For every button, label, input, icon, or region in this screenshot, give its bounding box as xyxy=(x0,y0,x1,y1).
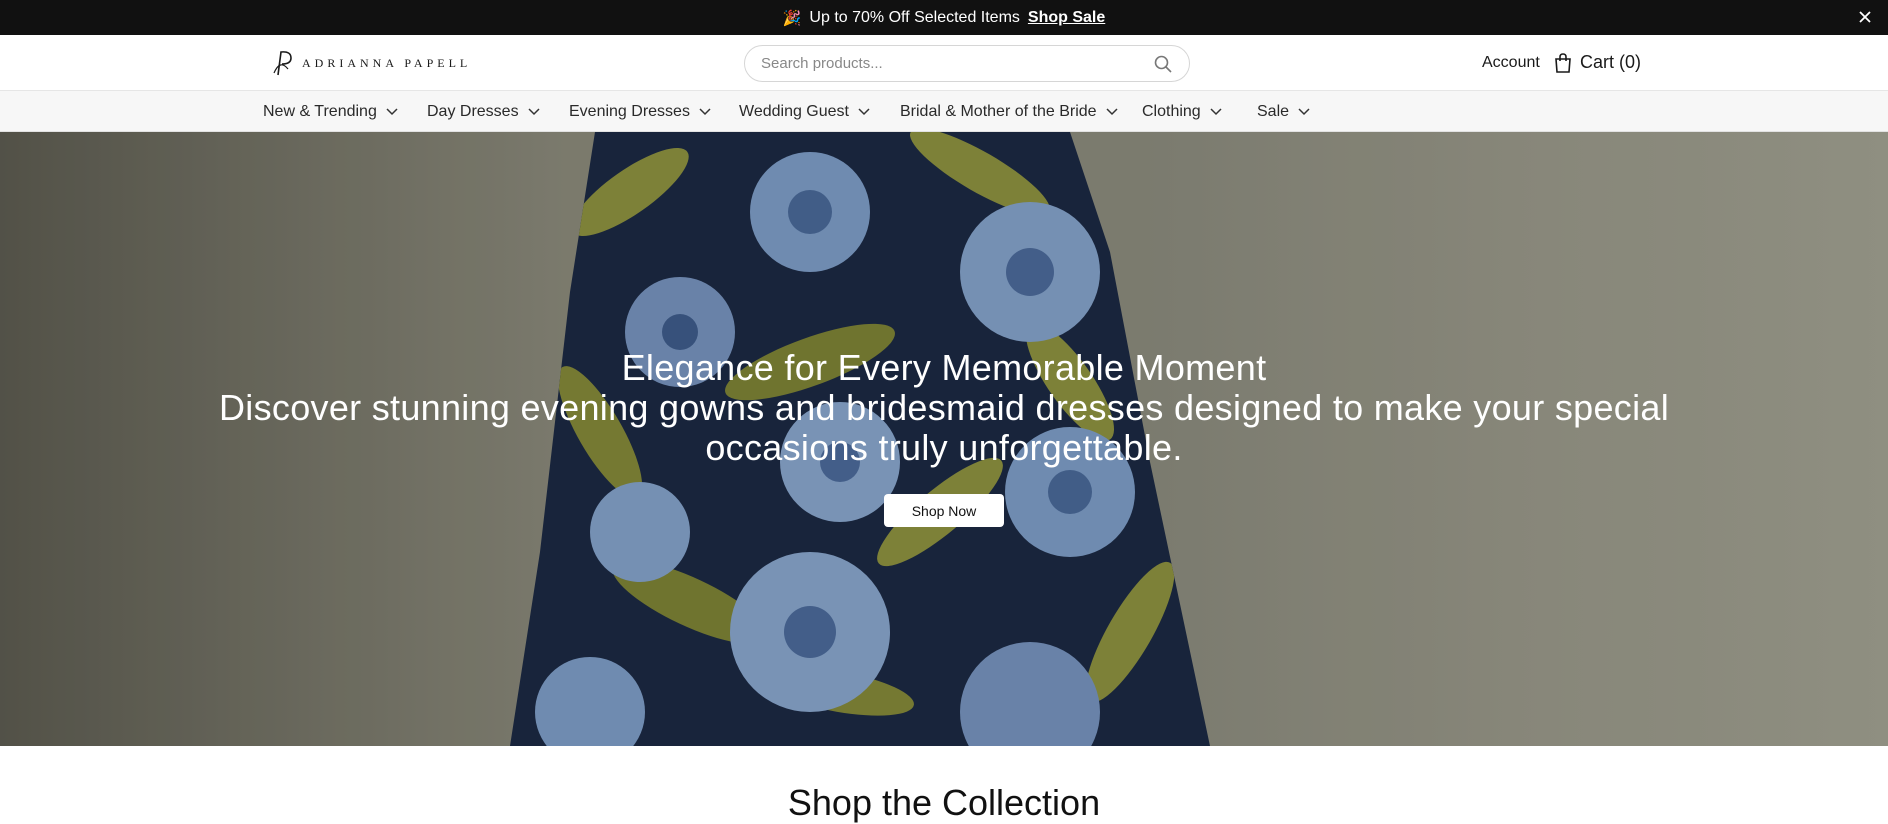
hero-title: Elegance for Every Memorable Moment xyxy=(621,347,1267,388)
nav-item-label: Sale xyxy=(1257,102,1290,120)
chevron-down-icon xyxy=(858,107,870,115)
close-icon[interactable] xyxy=(1856,8,1874,26)
announcement-bar: 🎉 Up to 70% Off Selected Items Shop Sale xyxy=(0,0,1888,35)
brand-logo[interactable]: ADRIANNA PAPELL xyxy=(272,49,471,77)
nav-item-label: New & Trending xyxy=(263,102,377,120)
nav-item-label: Bridal & Mother of the Bride xyxy=(900,102,1097,120)
hero-banner: Elegance for Every Memorable Moment Disc… xyxy=(0,132,1888,746)
nav-item-bridal[interactable]: Bridal & Mother of the Bride xyxy=(900,91,1118,132)
site-header: ADRIANNA PAPELL Account Cart (0) xyxy=(0,35,1888,91)
hero-text-block: Elegance for Every Memorable Moment Disc… xyxy=(0,348,1888,468)
account-link[interactable]: Account xyxy=(1482,54,1540,72)
chevron-down-icon xyxy=(1210,107,1222,115)
nav-item-label: Day Dresses xyxy=(427,102,519,120)
cart-label: Cart (0) xyxy=(1580,52,1642,72)
chevron-down-icon xyxy=(528,107,540,115)
logo-wordmark: ADRIANNA PAPELL xyxy=(302,55,472,70)
nav-item-label: Wedding Guest xyxy=(739,102,849,120)
announcement-text: Up to 70% Off Selected Items xyxy=(809,8,1020,26)
nav-item-label: Clothing xyxy=(1142,102,1201,120)
nav-item-clothing[interactable]: Clothing xyxy=(1142,91,1222,132)
chevron-down-icon xyxy=(699,107,711,115)
nav-item-evening-dresses[interactable]: Evening Dresses xyxy=(569,91,711,132)
main-nav: New & Trending Day Dresses Evening Dress… xyxy=(0,91,1888,132)
shopping-bag-icon xyxy=(1555,52,1571,73)
nav-item-label: Evening Dresses xyxy=(569,102,690,120)
logo-mark-icon xyxy=(273,51,292,76)
search-bar[interactable] xyxy=(744,45,1190,82)
nav-item-new-trending[interactable]: New & Trending xyxy=(263,91,398,132)
chevron-down-icon xyxy=(386,107,398,115)
cart-button[interactable]: Cart (0) xyxy=(1554,52,1641,73)
shop-now-button[interactable]: Shop Now xyxy=(884,494,1004,527)
search-input[interactable] xyxy=(761,55,1153,72)
nav-item-sale[interactable]: Sale xyxy=(1257,91,1310,132)
chevron-down-icon xyxy=(1298,107,1310,115)
chevron-down-icon xyxy=(1106,107,1118,115)
nav-item-day-dresses[interactable]: Day Dresses xyxy=(427,91,540,132)
hero-subtitle: Discover stunning evening gowns and brid… xyxy=(219,387,1669,468)
shop-sale-link[interactable]: Shop Sale xyxy=(1028,9,1105,27)
party-icon: 🎉 xyxy=(782,9,802,27)
search-icon[interactable] xyxy=(1153,54,1173,74)
nav-item-wedding-guest[interactable]: Wedding Guest xyxy=(739,91,870,132)
